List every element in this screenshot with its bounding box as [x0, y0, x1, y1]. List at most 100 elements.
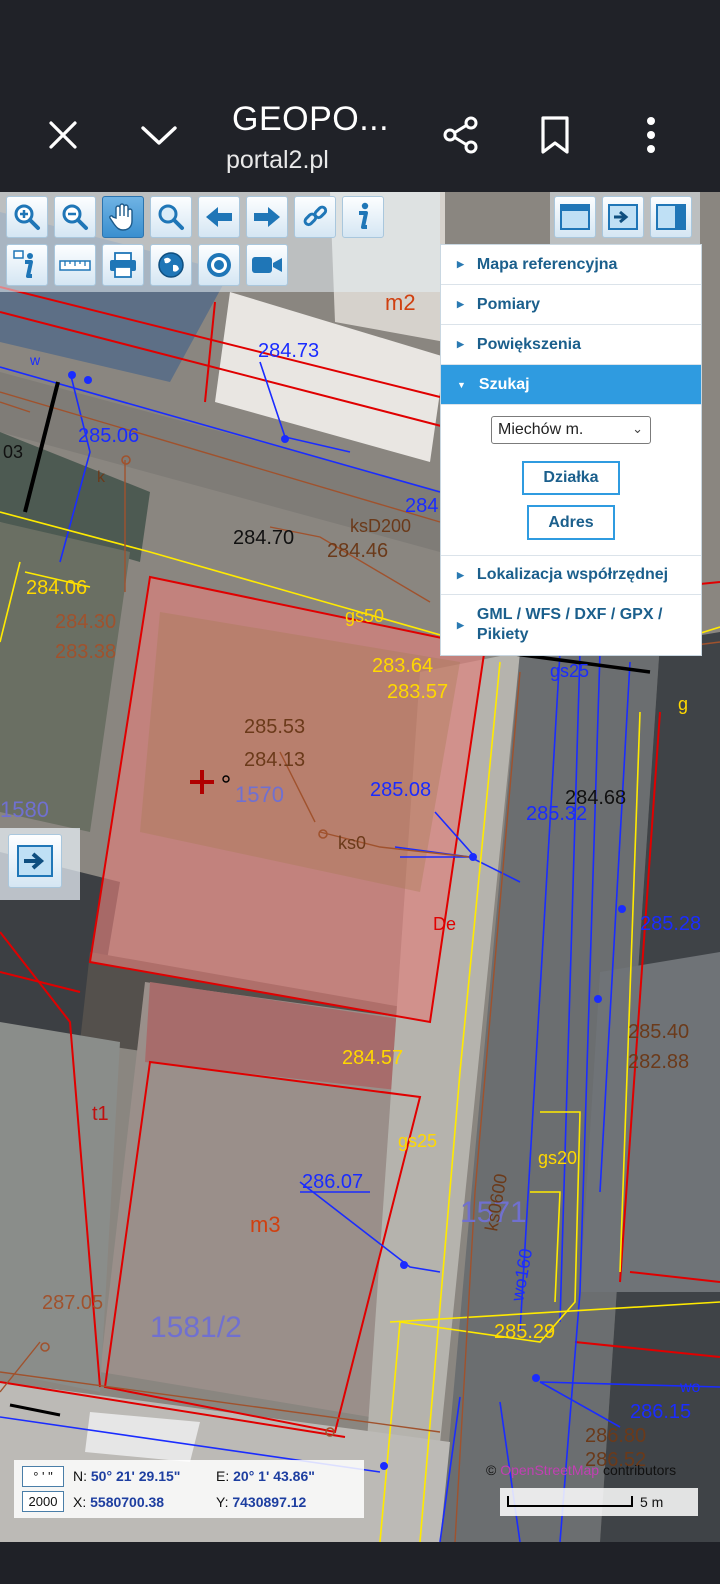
caret-down-icon: ▼	[457, 379, 466, 390]
ruler-icon[interactable]	[54, 244, 96, 286]
target-icon[interactable]	[198, 244, 240, 286]
pan-hand-icon[interactable]	[102, 196, 144, 238]
map-label-pipe9: wo	[679, 1379, 701, 1396]
map-label-e10: 285.08	[370, 779, 431, 801]
map-label-e12: 284.68	[565, 787, 626, 809]
info-icon[interactable]	[342, 196, 384, 238]
map-toolbar	[0, 192, 440, 292]
coordinates-panel: ° ' " 2000 N: 50° 21' 29.15" E: 20° 1' 4…	[14, 1460, 364, 1518]
address-search-button[interactable]: Adres	[527, 505, 615, 540]
map-label-e21: 286.80	[585, 1425, 646, 1447]
chevron-down-icon[interactable]	[134, 110, 184, 160]
map-label-pipe5: gs20	[538, 1148, 577, 1168]
zoom-box-icon[interactable]	[150, 196, 192, 238]
chevron-down-icon: ⌄	[632, 421, 643, 436]
caret-right-icon: ▶	[457, 259, 464, 269]
map-label-t1: t1	[92, 1103, 109, 1125]
forward-icon[interactable]	[246, 196, 288, 238]
map-label-pipe4: gs25	[550, 661, 589, 681]
map-label-m3: m3	[250, 1212, 281, 1237]
caret-right-icon: ▶	[457, 569, 464, 580]
map-label-e15: 282.88	[628, 1051, 689, 1073]
map-label-e6: 283.64	[372, 655, 433, 677]
x-value: 5580700.38	[90, 1494, 165, 1510]
map-canvas[interactable]: m2 m3 t1 284.73 285.06 284.70 284.46 284.06 283.…	[0, 192, 720, 1542]
map-label-e7: 283.57	[387, 681, 448, 703]
map-label-i03: 03	[3, 442, 23, 462]
map-label-e19: 285.29	[494, 1321, 555, 1343]
map-label-pipe3: ks0	[338, 833, 366, 853]
page-url[interactable]: portal2.pl	[226, 146, 329, 175]
epsg-box[interactable]: 2000	[22, 1491, 64, 1512]
side-panel: ▶ Mapa referencyjna ▶ Pomiary ▶ Powiększeni…	[440, 244, 702, 656]
map-label-w: w	[29, 352, 41, 368]
map-label-e8: 285.53	[244, 716, 305, 738]
browser-toolbar: GEOPO... portal2.pl	[0, 0, 720, 192]
info-alt-icon[interactable]	[6, 244, 48, 286]
zoom-out-icon[interactable]	[54, 196, 96, 238]
window-icon[interactable]	[554, 196, 596, 238]
panel-item-gml[interactable]: ▶ GML / WFS / DXF / GPX / Pikiety	[441, 595, 701, 655]
sidebar-icon[interactable]	[650, 196, 692, 238]
parcel-search-button[interactable]: Działka	[522, 461, 620, 495]
expand-panel-icon[interactable]	[8, 834, 62, 888]
map-label-lbl_283_38: 283.38	[55, 641, 116, 663]
caret-right-icon: ▶	[457, 620, 464, 630]
map-label-e1: 284.73	[258, 340, 319, 362]
map-label-e14: 285.40	[628, 1021, 689, 1043]
back-icon[interactable]	[198, 196, 240, 238]
map-label-De: De	[433, 914, 456, 934]
panel-item-szukaj[interactable]: ▼ Szukaj	[441, 365, 701, 405]
zoom-in-icon[interactable]	[6, 196, 48, 238]
map-label-e17: 286.07	[302, 1171, 363, 1193]
map-attribution: © OpenStreetMap contributors	[486, 1462, 677, 1478]
system-nav-bar	[0, 1542, 720, 1584]
map-label-e9: 284.13	[244, 749, 305, 771]
map-label-k: k	[97, 469, 106, 486]
map-label-p3: 1581/2	[150, 1311, 242, 1344]
map-label-lbl_284_30: 284.30	[55, 611, 116, 633]
scale-bar: 5 m	[500, 1488, 698, 1516]
map-label-e2: 285.06	[78, 425, 139, 447]
share-icon[interactable]	[436, 110, 486, 160]
bookmark-icon[interactable]	[530, 110, 580, 160]
map-label-pipe1: ksD200	[350, 516, 411, 536]
panel-item-pomiary[interactable]: ▶ Pomiary	[441, 285, 701, 325]
map-label-e4: 284.46	[327, 540, 388, 562]
map-label-m2: m2	[385, 290, 416, 315]
municipality-select[interactable]: Miechów m. ⌄	[491, 416, 651, 444]
map-label-e16: 284.57	[342, 1047, 403, 1069]
map-label-e20: 286.15	[630, 1401, 691, 1423]
latitude-value: 50° 21' 29.15"	[90, 1468, 181, 1484]
map-label-g: g	[678, 694, 688, 714]
panel-item-lokalizacja[interactable]: ▶ Lokalizacja współrzędnej	[441, 555, 701, 595]
globe-icon[interactable]	[150, 244, 192, 286]
map-label-p1: 1570	[235, 782, 284, 807]
map-label-e5: 284.06	[26, 577, 87, 599]
map-label-p4: 1580	[0, 797, 49, 822]
caret-right-icon: ▶	[457, 339, 464, 349]
map-label-pipe8: gs25	[398, 1131, 437, 1151]
panel-item-powiekszenia[interactable]: ▶ Powiększenia	[441, 325, 701, 365]
print-icon[interactable]	[102, 244, 144, 286]
caret-right-icon: ▶	[457, 299, 464, 309]
map-label-e3: 284.70	[233, 527, 294, 549]
y-value: 7430897.12	[232, 1494, 307, 1510]
map-label-pipe2: gs50	[345, 606, 384, 626]
map-label-e13: 285.28	[640, 913, 701, 935]
more-vert-icon[interactable]	[626, 110, 676, 160]
panel-item-mapa-referencyjna[interactable]: ▶ Mapa referencyjna	[441, 245, 701, 285]
map-label-e23: 284	[405, 495, 438, 517]
panel-toolbar	[550, 192, 700, 244]
map-label-e18: 287.05	[42, 1292, 103, 1314]
page-title: GEOPO...	[232, 100, 390, 138]
dms-format-box[interactable]: ° ' "	[22, 1466, 64, 1487]
camera-icon[interactable]	[246, 244, 288, 286]
panel-toggle-icon[interactable]	[602, 196, 644, 238]
left-panel-toggle	[0, 828, 80, 900]
close-icon[interactable]	[38, 110, 88, 160]
link-icon[interactable]	[294, 196, 336, 238]
scale-line	[507, 1496, 633, 1507]
longitude-value: 20° 1' 43.86"	[233, 1468, 315, 1484]
osm-link[interactable]: OpenStreetMap	[500, 1462, 599, 1478]
